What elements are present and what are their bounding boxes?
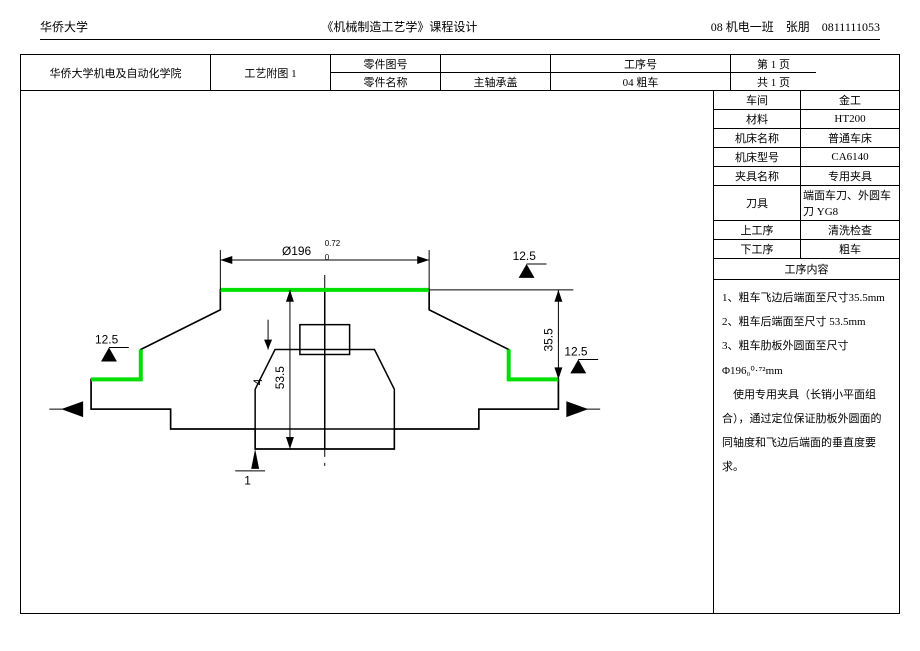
param-label: 机床型号 (714, 148, 801, 166)
part-name-value: 主轴承盖 (441, 72, 551, 90)
header-center: 《机械制造工艺学》课程设计 (321, 18, 477, 35)
param-row-next: 下工序 粗车 (714, 240, 899, 258)
param-table: 车间 金工 材料 HT200 机床名称 普通车床 机床型号 CA6140 (714, 91, 899, 259)
svg-text:12.5: 12.5 (513, 249, 537, 263)
param-label: 上工序 (714, 221, 801, 239)
dim-35-5: 35.5 (541, 328, 555, 352)
dim-4: 4 (251, 378, 265, 385)
drawing-area: 12.5 12.5 12.5 (21, 91, 714, 613)
param-row-fixture: 夹具名称 专用夹具 (714, 167, 899, 186)
param-label: 下工序 (714, 240, 801, 258)
roughness-top: 12.5 (513, 249, 547, 278)
svg-text:12.5: 12.5 (95, 333, 119, 347)
content-line: 使用专用夹具（长销小平面组合），通过定位保证肋板外圆面的同轴度和飞边后端面的垂直… (722, 383, 891, 480)
content-title: 工序内容 (714, 259, 899, 280)
green-right-step (509, 350, 559, 380)
param-label: 材料 (714, 110, 801, 128)
header-rule (40, 39, 880, 40)
dia-sub: 0 (325, 253, 330, 262)
technical-drawing: 12.5 12.5 12.5 (21, 91, 713, 613)
svg-text:12.5: 12.5 (564, 344, 588, 358)
param-value: 普通车床 (801, 129, 899, 147)
content-line: 2、粗车后端面至尺寸 53.5mm (722, 310, 891, 334)
param-row-prev: 上工序 清洗检查 (714, 221, 899, 240)
content-line: 1、粗车飞边后端面至尺寸35.5mm (722, 286, 891, 310)
part-number-label: 零件图号 (331, 55, 441, 72)
param-value: 粗车 (801, 240, 899, 258)
content-line: 3、粗车肋板外圆面至尺寸Φ196₀⁰·⁷²mm (722, 334, 891, 382)
process-sheet: 华侨大学机电及自动化学院 工艺附图 1 零件图号 工序号 第 1 页 零件名称 … (20, 54, 900, 614)
attachment-cell: 工艺附图 1 (211, 55, 331, 90)
header-right: 08 机电一班 张朋 0811111053 (711, 18, 880, 35)
sidebar: 车间 金工 材料 HT200 机床名称 普通车床 机床型号 CA6140 (714, 91, 899, 613)
dia-sup: 0.72 (325, 239, 341, 248)
param-value: 专用夹具 (801, 167, 899, 185)
dim-53-5: 53.5 (273, 366, 287, 390)
part-name-label: 零件名称 (331, 72, 441, 90)
param-value: 金工 (801, 91, 899, 109)
roughness-left: 12.5 (95, 333, 129, 362)
dia-dimension: Ø196 (282, 244, 312, 258)
title-block: 华侨大学机电及自动化学院 工艺附图 1 零件图号 工序号 第 1 页 零件名称 … (21, 55, 899, 91)
process-value: 04 粗车 (551, 72, 731, 90)
param-value: 端面车刀、外圆车刀 YG8 (801, 186, 899, 220)
header-left: 华侨大学 (40, 18, 88, 35)
page-2: 共 1 页 (731, 72, 816, 90)
param-row-tool: 刀具 端面车刀、外圆车刀 YG8 (714, 186, 899, 221)
page-header: 华侨大学 《机械制造工艺学》课程设计 08 机电一班 张朋 0811111053 (0, 0, 920, 39)
page: 华侨大学 《机械制造工艺学》课程设计 08 机电一班 张朋 0811111053… (0, 0, 920, 651)
param-label: 机床名称 (714, 129, 801, 147)
param-row-material: 材料 HT200 (714, 110, 899, 129)
param-label: 刀具 (714, 186, 801, 220)
body-area: 12.5 12.5 12.5 (21, 91, 899, 613)
param-row-machine-name: 机床名称 普通车床 (714, 129, 899, 148)
param-label: 车间 (714, 91, 801, 109)
param-value: CA6140 (801, 148, 899, 166)
param-value: 清洗检查 (801, 221, 899, 239)
green-left-step (91, 350, 141, 380)
school-cell: 华侨大学机电及自动化学院 (21, 55, 211, 90)
roughness-right: 12.5 (564, 344, 598, 373)
part-number-value (441, 55, 551, 72)
content-body: 1、粗车飞边后端面至尺寸35.5mm 2、粗车后端面至尺寸 53.5mm 3、粗… (714, 280, 899, 613)
param-row-machine-model: 机床型号 CA6140 (714, 148, 899, 167)
dim-under-1: 1 (244, 474, 251, 488)
param-value: HT200 (801, 110, 899, 128)
process-number-label: 工序号 (551, 55, 731, 72)
section-right (325, 290, 559, 449)
page-1: 第 1 页 (731, 55, 816, 72)
param-row-workshop: 车间 金工 (714, 91, 899, 110)
param-label: 夹具名称 (714, 167, 801, 185)
